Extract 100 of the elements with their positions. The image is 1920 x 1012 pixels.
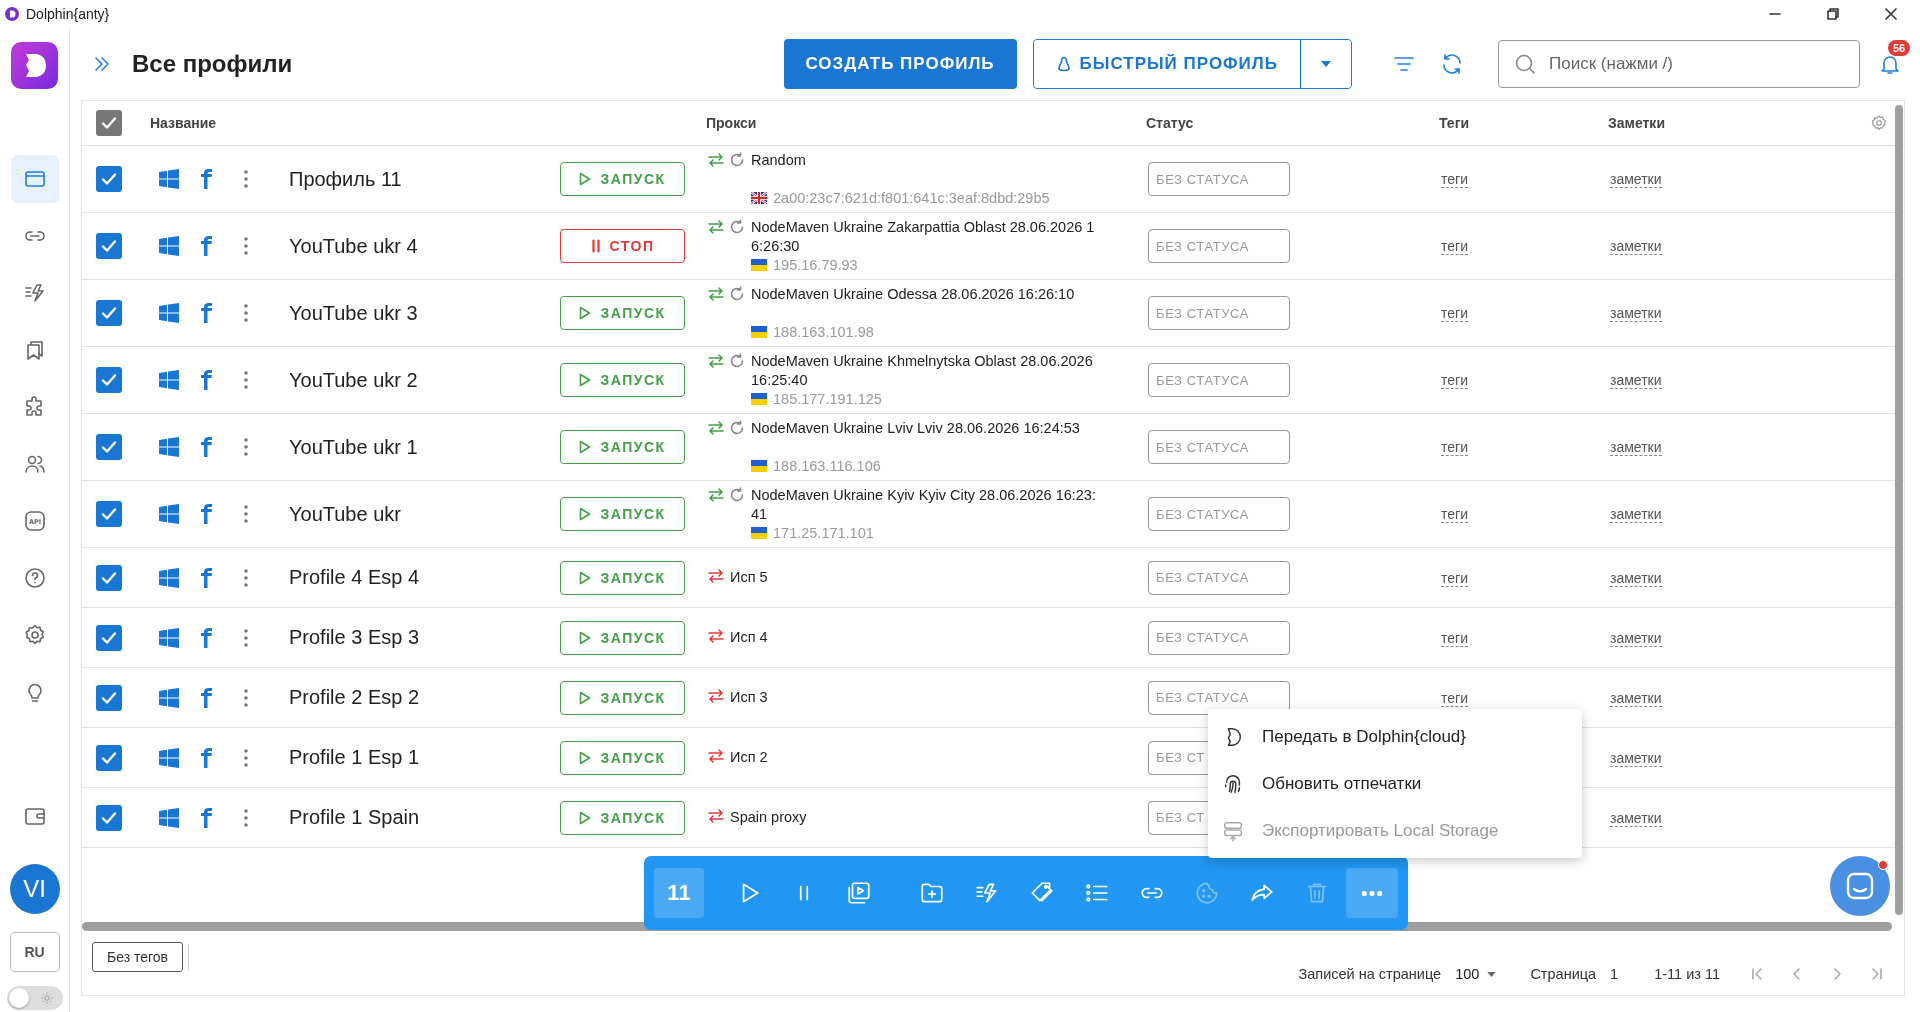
swap-arrows-icon: [708, 219, 724, 234]
windows-icon: [159, 437, 179, 457]
storage-export-icon: [1222, 819, 1244, 842]
more-vertical-icon[interactable]: [244, 169, 248, 189]
notes-link[interactable]: заметки: [1610, 809, 1662, 827]
more-vertical-icon[interactable]: [244, 747, 248, 768]
checkbox[interactable]: [96, 110, 122, 136]
refresh-icon[interactable]: [1440, 52, 1464, 76]
notes-link[interactable]: заметки: [1610, 629, 1662, 647]
notes-link[interactable]: заметки: [1610, 171, 1662, 188]
rotate-icon: [729, 285, 745, 302]
checkbox[interactable]: [96, 804, 122, 831]
proxy-ip: 171.25.171.101: [773, 523, 874, 543]
checkbox[interactable]: [96, 233, 122, 259]
profile-name: Profile 4 Esp 4: [289, 566, 421, 589]
tags-link[interactable]: теги: [1441, 238, 1468, 255]
more-vertical-icon[interactable]: [244, 567, 248, 588]
settings-icon[interactable]: [1870, 114, 1888, 132]
checkbox[interactable]: [96, 501, 122, 527]
more-vertical-icon[interactable]: [244, 370, 248, 390]
tags-link[interactable]: теги: [1441, 689, 1468, 707]
more-vertical-icon[interactable]: [244, 687, 248, 708]
checkbox[interactable]: [96, 744, 122, 771]
search-field[interactable]: Поиск (нажми /): [1498, 40, 1860, 88]
first-page-icon[interactable]: [1750, 967, 1764, 981]
stop-button[interactable]: СТОП: [560, 229, 685, 263]
play-icon: [579, 630, 592, 645]
checkbox[interactable]: [96, 564, 122, 591]
facebook-icon: [201, 370, 213, 390]
notes-link[interactable]: заметки: [1610, 569, 1662, 587]
windows-icon: [159, 303, 179, 323]
play-icon: [579, 750, 592, 765]
windows-icon: [159, 807, 179, 828]
menu-item[interactable]: Обновить отпечатки: [1208, 760, 1582, 807]
expand-icon[interactable]: [92, 54, 112, 74]
chat-bubble-icon: [1845, 871, 1875, 901]
swap-arrows-icon: [708, 749, 724, 763]
proxy-name: Spain proxy: [730, 808, 808, 827]
quick-profile-button[interactable]: БЫСТРЫЙ ПРОФИЛЬ: [1033, 40, 1301, 88]
notes-link[interactable]: заметки: [1610, 506, 1662, 523]
notes-link[interactable]: заметки: [1610, 749, 1662, 767]
checkbox[interactable]: [96, 166, 122, 192]
more-vertical-icon[interactable]: [244, 437, 248, 457]
penguin-icon: [1055, 56, 1072, 72]
logo-icon[interactable]: [11, 42, 58, 89]
windows-icon: [159, 747, 179, 768]
tags-link[interactable]: теги: [1441, 506, 1468, 523]
notes-link[interactable]: заметки: [1610, 439, 1662, 456]
facebook-icon: [201, 236, 213, 256]
theme-toggle[interactable]: [6, 986, 63, 1010]
vertical-scrollbar[interactable]: [1895, 105, 1903, 915]
profile-name: YouTube ukr 1: [289, 435, 419, 459]
tags-link[interactable]: теги: [1441, 629, 1468, 647]
notes-link[interactable]: заметки: [1610, 372, 1662, 389]
rotate-icon: [729, 419, 745, 436]
column-header[interactable]: Название: [150, 115, 706, 131]
tags-link[interactable]: теги: [1441, 439, 1468, 456]
user-avatar[interactable]: VI: [9, 864, 60, 914]
rows-per-page-select[interactable]: 100: [1455, 966, 1497, 982]
more-vertical-icon[interactable]: [244, 807, 248, 828]
play-icon: [579, 810, 592, 825]
checkbox[interactable]: [96, 434, 122, 460]
notes-link[interactable]: заметки: [1610, 305, 1662, 322]
checkbox[interactable]: [96, 684, 122, 711]
chat-button[interactable]: [1830, 856, 1890, 916]
column-header[interactable]: Статус: [1146, 115, 1439, 131]
facebook-icon: [201, 437, 213, 457]
more-vertical-icon[interactable]: [244, 236, 248, 256]
folder-plus-icon: [919, 880, 945, 906]
proxy-name: Исп 4: [730, 628, 769, 647]
checkbox[interactable]: [96, 300, 122, 326]
notes-link[interactable]: заметки: [1610, 238, 1662, 255]
tags-link[interactable]: теги: [1441, 569, 1468, 587]
sidebar-item[interactable]: [10, 155, 59, 203]
more-vertical-icon[interactable]: [244, 303, 248, 323]
proxy-name: Исп 2: [730, 748, 769, 767]
menu-item[interactable]: Передать в Dolphin{cloud}: [1208, 713, 1582, 760]
facebook-icon: [201, 807, 213, 828]
checkbox[interactable]: [96, 367, 122, 393]
tags-link[interactable]: теги: [1441, 305, 1468, 322]
last-page-icon[interactable]: [1870, 967, 1884, 981]
profile-name: YouTube ukr 3: [289, 301, 419, 325]
tags-link[interactable]: теги: [1441, 372, 1468, 389]
proxy-ip: 185.177.191.125: [773, 389, 882, 409]
create-profile-button[interactable]: СОЗДАТЬ ПРОФИЛЬ: [783, 39, 1017, 89]
swap-arrows-icon: [708, 487, 724, 502]
tags-link[interactable]: теги: [1441, 171, 1468, 188]
toolbar-button[interactable]: [1346, 868, 1398, 918]
checkbox[interactable]: [96, 624, 122, 651]
more-vertical-icon[interactable]: [244, 504, 248, 524]
windows-icon: [159, 627, 179, 648]
column-header[interactable]: Заметки: [1608, 115, 1854, 131]
tag-filter-button[interactable]: Без тегов: [92, 942, 184, 972]
notes-link[interactable]: заметки: [1610, 689, 1662, 707]
column-header[interactable]: Теги: [1439, 115, 1608, 131]
play-icon: [579, 570, 592, 585]
language-button[interactable]: RU: [9, 932, 60, 972]
more-vertical-icon[interactable]: [244, 627, 248, 648]
proxy-name: Исп 3: [730, 688, 769, 707]
column-header[interactable]: Прокси: [706, 115, 1146, 131]
